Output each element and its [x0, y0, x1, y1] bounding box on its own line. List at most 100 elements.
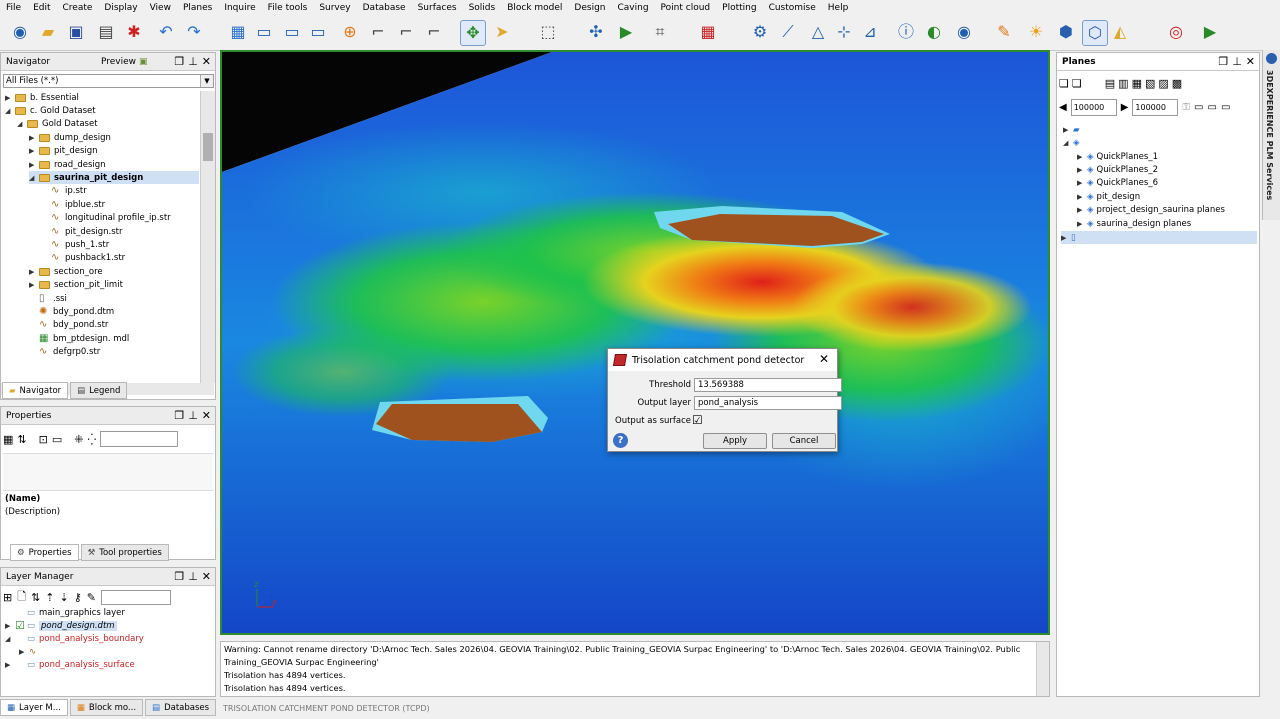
console-scrollbar[interactable] [1036, 642, 1049, 696]
navigator-item[interactable]: ▶ road_design [29, 158, 106, 171]
expand-arrow-icon[interactable]: ▶ [29, 161, 39, 169]
expand-arrow-icon[interactable]: ▶ [1077, 179, 1087, 187]
expand-arrow-icon[interactable]: ▶ [1077, 166, 1087, 174]
navigator-tab-1[interactable]: ▤ Legend [70, 382, 128, 399]
navigator-item[interactable]: ∿ bdy_pond.str [29, 319, 108, 332]
categorized-icon[interactable]: ▦ [3, 433, 13, 446]
menu-point-cloud[interactable]: Point cloud [655, 3, 717, 13]
pen-icon[interactable]: ✎ [992, 20, 1016, 44]
pin-icon[interactable]: ⊥ [1232, 55, 1242, 68]
info-icon[interactable]: ⓘ [894, 20, 918, 44]
lock-icon[interactable]: ⚿ [1182, 102, 1190, 113]
menu-view[interactable]: View [144, 3, 177, 13]
pin-icon[interactable]: ⊥ [188, 570, 198, 583]
file-filter-select[interactable]: All Files (*.*) ▼ [3, 74, 214, 88]
plane-opt-icon[interactable]: ▭ [1207, 102, 1216, 113]
menu-design[interactable]: Design [568, 3, 611, 13]
preview-label[interactable]: Preview [101, 57, 136, 67]
plane-step-input-2[interactable] [1132, 98, 1179, 116]
menu-survey[interactable]: Survey [313, 3, 356, 13]
select-box-icon[interactable]: ⬚ [536, 20, 560, 44]
menu-create[interactable]: Create [57, 3, 99, 13]
yz-plane-icon[interactable]: ⌐ [394, 20, 418, 44]
pointer-icon[interactable]: ➤ [490, 20, 514, 44]
filter-icon[interactable]: ▭ [52, 433, 62, 446]
step-back-icon[interactable]: ◀ [1059, 102, 1067, 113]
close-icon[interactable]: ✕ [202, 570, 211, 583]
plane-view-icon[interactable]: ▩ [1172, 77, 1182, 90]
paint-icon[interactable]: ◭ [1108, 20, 1132, 44]
plane-view-icon[interactable]: ▧ [1145, 77, 1155, 90]
move-icon[interactable]: ✣ [584, 20, 608, 44]
pond-lower[interactable] [372, 396, 548, 442]
navigator-item[interactable]: ✺ bdy_pond.dtm [29, 305, 114, 318]
layer-visibility-checkbox[interactable]: ☑ [15, 619, 27, 632]
expand-arrow-icon[interactable]: ◢ [5, 107, 15, 115]
plane-item[interactable]: ▶ ◈ saurina_design planes [1077, 217, 1191, 230]
expand-arrow-icon[interactable]: ◢ [29, 174, 39, 182]
navigator-item[interactable]: ▶ section_pit_limit [29, 279, 123, 292]
layer-search-input[interactable] [101, 589, 172, 605]
terrain-surface[interactable]: Z X Y [222, 52, 1048, 633]
cancel-button[interactable]: Cancel [772, 433, 836, 449]
expand-arrow-icon[interactable]: ▶ [29, 281, 39, 289]
properties-tab-0[interactable]: ⚙ Properties [10, 544, 79, 561]
xy-plane-icon[interactable]: ⌐ [366, 20, 390, 44]
view-monitor-icon[interactable]: ▭ [252, 20, 276, 44]
help-icon[interactable]: ? [613, 433, 628, 448]
expand-arrow-icon[interactable]: ▶ [1077, 193, 1087, 201]
redo-icon[interactable]: ↷ [182, 20, 206, 44]
navigator-item[interactable]: ∿ ipblue.str [41, 198, 105, 211]
restore-icon[interactable]: ❐ [1218, 55, 1228, 68]
plane-copy-icon[interactable]: ❏ [1059, 77, 1069, 90]
plane-view-icon[interactable]: ▥ [1118, 77, 1128, 90]
plane-opt-icon[interactable]: ▭ [1194, 102, 1203, 113]
grid-icon[interactable]: ▦ [226, 20, 250, 44]
expand-arrow-icon[interactable]: ▶ [29, 147, 39, 155]
plane-view-icon[interactable]: ▤ [1105, 77, 1115, 90]
expand-arrow-icon[interactable]: ▶ [5, 94, 15, 102]
wireframe-icon[interactable]: ⬡ [1082, 20, 1108, 46]
plm-services-sidebar[interactable]: 3DEXPERIENCE PLM Services [1262, 50, 1280, 220]
graphics-viewport[interactable]: Z X Y [220, 50, 1050, 635]
menu-solids[interactable]: Solids [463, 3, 502, 13]
scroll-thumb[interactable] [203, 133, 213, 161]
plane-view-icon[interactable]: ▨ [1158, 77, 1168, 90]
open-folder-icon[interactable]: ▰ [36, 20, 60, 44]
navigator-item[interactable]: ▦ bm_ptdesign. mdl [29, 332, 129, 345]
pin-icon[interactable]: ⊥ [188, 409, 198, 422]
menu-display[interactable]: Display [98, 3, 143, 13]
expand-arrow-icon[interactable]: ▶ [19, 648, 29, 656]
plane-item[interactable]: ▶ ▰ [1063, 123, 1080, 136]
output-layer-input[interactable] [694, 396, 842, 410]
menu-edit[interactable]: Edit [27, 3, 56, 13]
plane-step-input-1[interactable] [1070, 98, 1117, 116]
navigator-item[interactable]: ▯ .ssi [29, 292, 67, 305]
close-icon[interactable]: ✕ [819, 352, 829, 366]
plane-opt-icon[interactable]: ▭ [1221, 102, 1230, 113]
expand-arrow-icon[interactable]: ▶ [1063, 126, 1073, 134]
layer-item[interactable]: ▶ ▭ pond_analysis_surface [5, 659, 135, 672]
expand-icon[interactable]: ⁜ [74, 433, 83, 446]
layer-item[interactable]: ▶ ∿ [5, 646, 36, 659]
navigator-item[interactable]: ∿ pushback1.str [41, 252, 125, 265]
expand-arrow-icon[interactable]: ◢ [1063, 139, 1073, 147]
print-icon[interactable]: ▤ [94, 20, 118, 44]
triangle-icon[interactable]: △ [806, 20, 830, 44]
layer-tab-1[interactable]: ▦ Block mo... [69, 699, 144, 716]
layer-item[interactable]: ▭ main_graphics layer [5, 606, 125, 619]
expand-arrow-icon[interactable]: ▶ [1061, 234, 1071, 242]
play-icon[interactable]: ▶ [1198, 20, 1222, 44]
rotate-icon[interactable]: ✥ [460, 20, 486, 46]
camera-icon[interactable]: ◐ [922, 20, 946, 44]
collapse-icon[interactable]: ⁛ [87, 433, 96, 446]
plane-item[interactable]: ▶ ◈ QuickPlanes_2 [1077, 163, 1158, 176]
navigator-item[interactable]: ◢ c. Gold Dataset [5, 104, 96, 117]
menu-inquire[interactable]: Inquire [218, 3, 261, 13]
navigator-item[interactable]: ∿ pit_design.str [41, 225, 123, 238]
plane-item[interactable]: ▶ ◈ QuickPlanes_1 [1077, 150, 1158, 163]
crosshair-icon[interactable]: ⊕ [338, 20, 362, 44]
menu-caving[interactable]: Caving [612, 3, 655, 13]
navigator-item[interactable]: ∿ defgrp0.str [29, 346, 100, 359]
zoom-in-icon[interactable]: ▭ [280, 20, 304, 44]
